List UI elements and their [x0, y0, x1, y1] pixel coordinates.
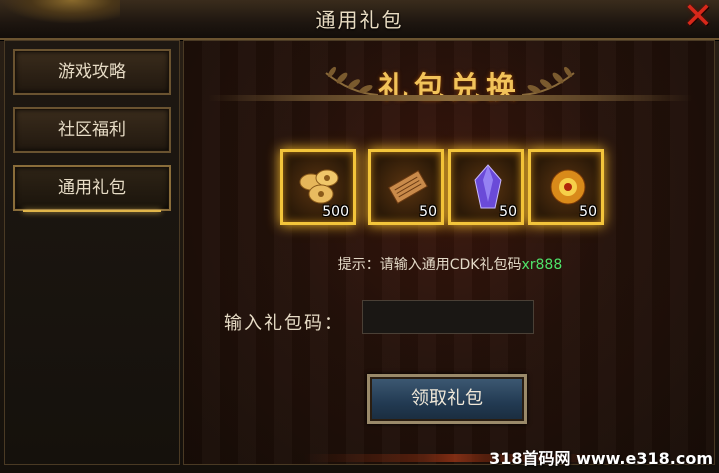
sidebar-item-guide[interactable]: 游戏攻略 — [13, 49, 171, 95]
reward-list: 500 50 50 50 — [280, 149, 620, 235]
hint-code: xr888 — [521, 257, 563, 273]
sidebar-item-community-benefits[interactable]: 社区福利 — [13, 107, 171, 153]
title-bar: 通用礼包 ✕ — [0, 0, 719, 40]
header-divider — [208, 95, 692, 101]
game-window: 通用礼包 ✕ 游戏攻略 社区福利 通用礼包 礼包兑换 500 50 50 50 … — [0, 0, 719, 473]
close-button[interactable]: ✕ — [681, 0, 715, 37]
gift-code-input[interactable] — [362, 300, 534, 334]
window-title: 通用礼包 — [315, 8, 404, 32]
reward-item[interactable]: 50 — [528, 149, 604, 225]
reward-item[interactable]: 500 — [280, 149, 356, 225]
reward-quantity: 500 — [322, 204, 349, 220]
reward-item[interactable]: 50 — [368, 149, 444, 225]
sidebar-item-general-gift[interactable]: 通用礼包 — [13, 165, 171, 212]
hint-prefix: 提示：请输入通用CDK礼包码 — [337, 257, 522, 273]
reward-quantity: 50 — [579, 204, 597, 220]
sidebar: 游戏攻略 社区福利 通用礼包 — [4, 40, 180, 465]
gift-redeem-panel: 礼包兑换 500 50 50 50 提示：请输入通用CDK礼包码xr888 输入… — [183, 40, 715, 465]
reward-item[interactable]: 50 — [448, 149, 524, 225]
claim-gift-button[interactable]: 领取礼包 — [367, 374, 527, 424]
reward-quantity: 50 — [419, 204, 437, 220]
close-icon: ✕ — [682, 0, 714, 37]
hint-text: 提示：请输入通用CDK礼包码xr888 — [184, 254, 714, 274]
watermark: 318首码网 www.e318.com — [489, 449, 713, 468]
code-input-label: 输入礼包码： — [224, 313, 344, 334]
reward-quantity: 50 — [499, 204, 517, 220]
laurel-right-icon — [521, 66, 575, 96]
